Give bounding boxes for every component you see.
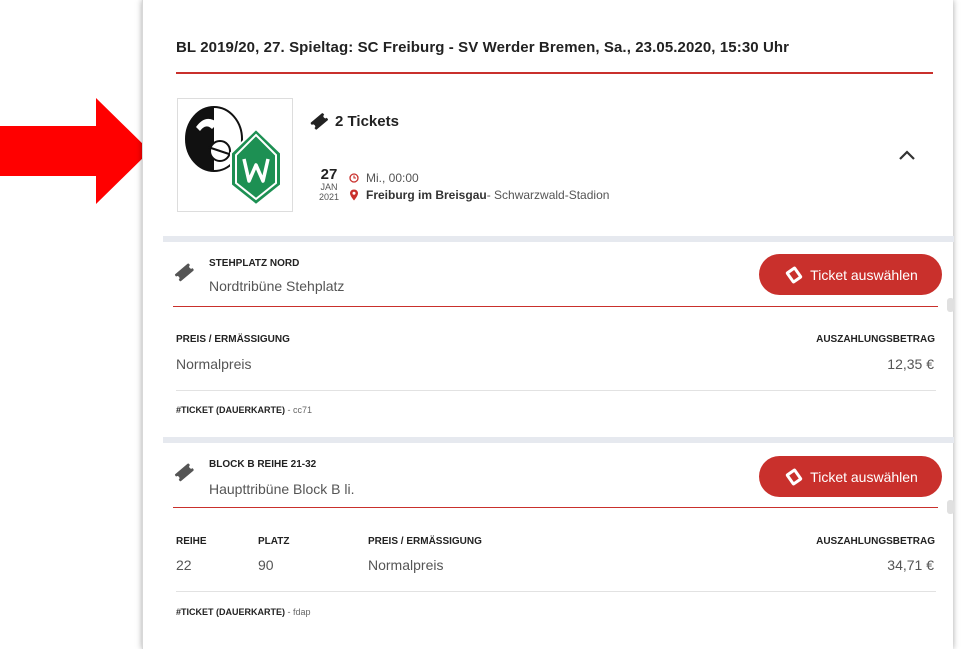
ticket-type: #TICKET (DAUERKARTE) <box>176 607 285 617</box>
tickets-count-label: 2 Tickets <box>335 112 399 130</box>
event-date: 27 JAN 2021 <box>315 167 343 202</box>
hand-ticket-icon <box>783 467 805 487</box>
seat-header: PLATZ <box>258 536 290 547</box>
scrollbar[interactable] <box>947 500 954 514</box>
hand-ticket-icon <box>783 265 805 285</box>
select-ticket-label: Ticket auswählen <box>810 468 918 485</box>
price-header: PREIS / ERMÄSSIGUNG <box>176 334 290 345</box>
price-value: Normalpreis <box>176 356 252 372</box>
event-city: Freiburg im Breisgau <box>366 187 487 202</box>
section-rule <box>173 306 938 307</box>
payout-header: AUSZAHLUNGSBETRAG <box>816 334 935 345</box>
ticket-footer: #TICKET (DAUERKARTE) - fdap <box>176 607 311 617</box>
event-time: Mi., 00:00 <box>366 170 419 185</box>
ticket-footer: #TICKET (DAUERKARTE) - cc71 <box>176 405 312 415</box>
section-divider <box>163 236 954 242</box>
map-pin-icon <box>349 189 359 201</box>
team-logos <box>177 98 293 212</box>
row-value: 22 <box>176 557 192 573</box>
payout-header: AUSZAHLUNGSBETRAG <box>816 536 935 547</box>
section-label: BLOCK B REIHE 21-32 <box>209 459 317 470</box>
select-ticket-label: Ticket auswählen <box>810 266 918 283</box>
section-rule <box>173 507 938 508</box>
date-year: 2021 <box>318 192 340 202</box>
ticket-code: - fdap <box>285 607 311 617</box>
sc-freiburg-logo <box>185 106 282 207</box>
payout-value: 34,71 € <box>887 557 934 573</box>
select-ticket-button[interactable]: Ticket auswählen <box>759 456 942 497</box>
date-day: 27 <box>320 166 338 183</box>
section-value: Nordtribüne Stehplatz <box>209 278 345 294</box>
payout-value: 12,35 € <box>887 356 934 372</box>
ticket-icon <box>174 263 194 282</box>
event-venue: - Schwarzwald-Stadion <box>486 187 610 202</box>
row-header: REIHE <box>176 536 207 547</box>
ticket-code: - cc71 <box>285 405 313 415</box>
event-meta: Mi., 00:00 Freiburg im Breisgau - Schwar… <box>349 169 609 203</box>
chevron-up-icon[interactable] <box>897 148 917 162</box>
seat-value: 90 <box>258 557 274 573</box>
select-ticket-button[interactable]: Ticket auswählen <box>759 254 942 295</box>
scrollbar[interactable] <box>947 298 954 312</box>
event-title: BL 2019/20, 27. Spieltag: SC Freiburg - … <box>176 39 790 56</box>
section-value: Haupttribüne Block B li. <box>209 481 355 497</box>
date-month: JAN <box>320 182 338 192</box>
price-header: PREIS / ERMÄSSIGUNG <box>368 536 482 547</box>
section-label: STEHPLATZ NORD <box>209 258 300 269</box>
row-divider <box>176 591 936 592</box>
ticket-icon <box>174 463 194 482</box>
ticket-card: BL 2019/20, 27. Spieltag: SC Freiburg - … <box>142 0 954 649</box>
ticket-type: #TICKET (DAUERKARTE) <box>176 405 285 415</box>
section-divider <box>163 437 954 443</box>
clock-icon <box>349 172 359 183</box>
tickets-count: 2 Tickets <box>309 112 399 130</box>
price-value: Normalpreis <box>368 557 444 573</box>
title-divider <box>176 72 933 74</box>
arrow-right-icon <box>0 98 150 204</box>
ticket-icon <box>310 113 328 130</box>
row-divider <box>176 390 936 391</box>
